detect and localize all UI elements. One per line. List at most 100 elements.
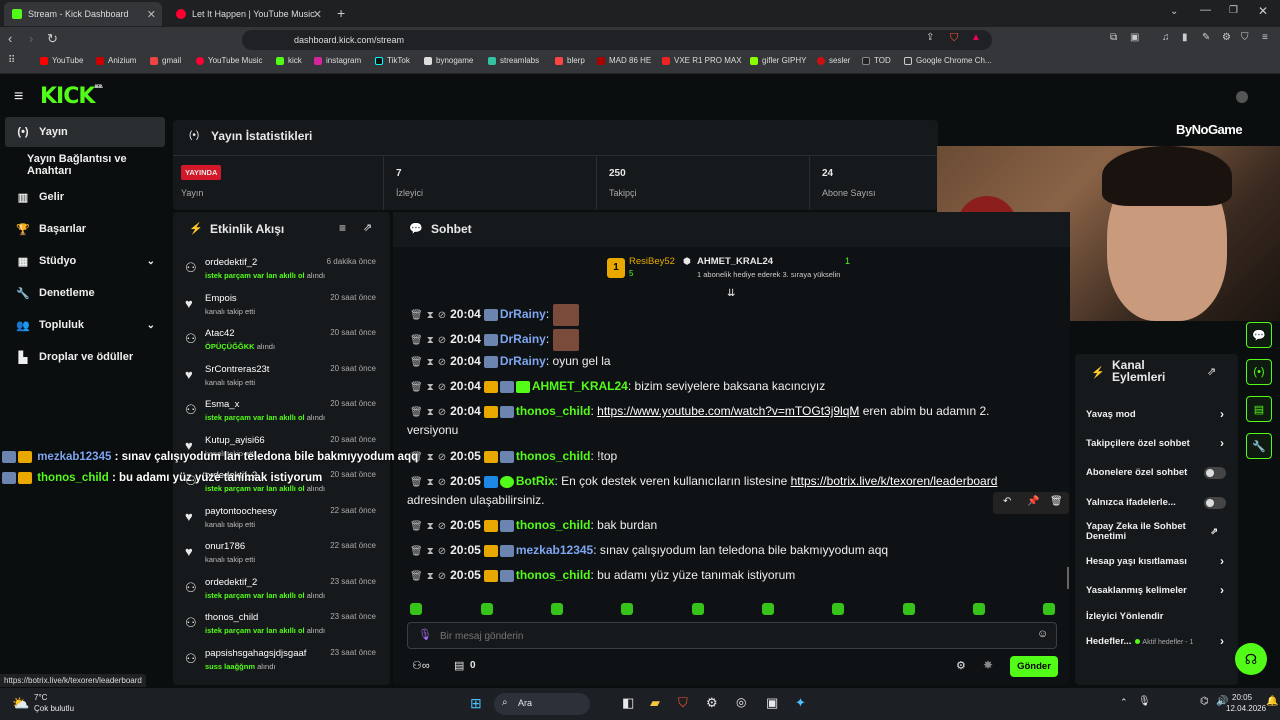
timeout-icon[interactable]: ⧗ bbox=[427, 335, 434, 346]
channel-action-item[interactable]: Yasaklanmış kelimeler › bbox=[1086, 583, 1226, 597]
close-tab-icon[interactable]: ✕ bbox=[313, 8, 322, 21]
chat-toggle-icon[interactable]: 💬 bbox=[1246, 322, 1272, 348]
sidebar-item-gelir[interactable]: ▥ Gelir bbox=[5, 182, 165, 212]
bookmark-bynogame[interactable]: bynogame bbox=[424, 56, 473, 65]
chat-settings-icon[interactable]: ⚙ bbox=[956, 659, 966, 672]
ban-icon[interactable]: ⊘ bbox=[438, 521, 446, 532]
activity-event[interactable]: ⚇ Esma_x 20 saat önce istek parçam var lan … bbox=[173, 394, 388, 430]
timeout-icon[interactable]: ⧗ bbox=[427, 546, 434, 557]
ban-icon[interactable]: ⊘ bbox=[438, 382, 446, 393]
message-link[interactable]: https://www.youtube.com/watch?v=mTOGt3j9… bbox=[597, 404, 859, 418]
tab-youtube-music[interactable]: Let It Happen | YouTube Music ✕ bbox=[168, 2, 328, 26]
delete-message-icon[interactable]: 🗑 bbox=[410, 521, 423, 532]
chat-message[interactable]: 🗑 ⧗ ⊘ 20:04 DrRainy: bbox=[410, 304, 581, 326]
delete-message-icon[interactable]: 🗑 bbox=[410, 310, 423, 321]
chat-message[interactable]: 🗑 ⧗ ⊘ 20:05 thonos_child: !top bbox=[410, 449, 617, 463]
back-icon[interactable]: ‹ bbox=[8, 31, 12, 46]
bookmark-tiktok[interactable]: TikTok bbox=[375, 56, 410, 65]
emoji-icon[interactable]: ☺ bbox=[1037, 628, 1048, 640]
taskbar-search[interactable]: ⌕ Ara bbox=[494, 693, 590, 715]
timeout-icon[interactable]: ⧗ bbox=[427, 310, 434, 321]
message-username[interactable]: thonos_child bbox=[516, 404, 591, 418]
microphone-icon[interactable]: 🎙 bbox=[418, 628, 432, 641]
bookmark-streamlabs[interactable]: streamlabs bbox=[488, 56, 539, 65]
store-icon[interactable]: ▤ bbox=[454, 659, 464, 672]
sidebar-item-topluluk[interactable]: 👥 Topluluk ⌄ bbox=[5, 310, 165, 340]
activity-event[interactable]: ⚇ thonos_child 23 saat önce istek parçam va… bbox=[173, 607, 388, 643]
chat-input-box[interactable]: 🎙 ☺ bbox=[407, 622, 1057, 649]
sidebar-item-droplar[interactable]: ▙ Droplar ve ödüller bbox=[5, 342, 165, 372]
delete-message-icon[interactable]: 🗑 bbox=[410, 407, 423, 418]
ban-icon[interactable]: ⊘ bbox=[438, 477, 446, 488]
ban-icon[interactable]: ⊘ bbox=[438, 335, 446, 346]
toggle-switch[interactable] bbox=[1204, 467, 1226, 479]
message-username[interactable]: thonos_child bbox=[516, 568, 591, 582]
collapse-pin-icon[interactable]: ⇊ bbox=[727, 288, 735, 299]
bookmark-blerp[interactable]: blerp bbox=[555, 56, 585, 65]
bookmark-folder-chrome[interactable]: Google Chrome Ch... bbox=[904, 56, 992, 65]
channel-action-item[interactable]: Abonelere özel sohbet bbox=[1086, 467, 1226, 479]
steam-icon[interactable]: ⚙ bbox=[706, 695, 718, 711]
timeout-icon[interactable]: ⧗ bbox=[427, 382, 434, 393]
quick-emote-icon[interactable] bbox=[1043, 603, 1055, 615]
points-icon[interactable]: ⚇∞ bbox=[412, 659, 430, 672]
quick-emote-icon[interactable] bbox=[621, 603, 633, 615]
popout-icon[interactable]: ⇗ bbox=[1207, 365, 1216, 378]
chat-message[interactable]: 🗑 ⧗ ⊘ 20:04 DrRainy: oyun gel la bbox=[410, 354, 611, 368]
message-username[interactable]: BotRix bbox=[516, 474, 555, 488]
close-tab-icon[interactable]: ✕ bbox=[147, 8, 156, 21]
hamburger-menu-icon[interactable]: ≡ bbox=[14, 88, 23, 106]
quick-emote-icon[interactable] bbox=[481, 603, 493, 615]
sidebar-item-yayin[interactable]: (•) Yayın bbox=[5, 117, 165, 147]
tab-kick-dashboard[interactable]: Stream - Kick Dashboard ✕ bbox=[4, 2, 162, 26]
bookmark-giphy[interactable]: gifler GIPHY bbox=[750, 56, 806, 65]
quick-emote-icon[interactable] bbox=[551, 603, 563, 615]
channel-action-item[interactable]: Hedefler... Aktif hedefler - 1 › bbox=[1086, 634, 1226, 648]
notification-icon[interactable]: 🔔 bbox=[1266, 696, 1278, 707]
delete-icon[interactable]: 🗑 bbox=[1050, 496, 1063, 507]
timeout-icon[interactable]: ⧗ bbox=[427, 407, 434, 418]
reply-icon[interactable]: ↶ bbox=[1003, 496, 1011, 507]
ban-icon[interactable]: ⊘ bbox=[438, 571, 446, 582]
sidebar-icon[interactable]: ▮ bbox=[1182, 32, 1188, 43]
send-button[interactable]: Gönder bbox=[1010, 656, 1058, 677]
bookmark-anizium[interactable]: Anizium bbox=[96, 56, 136, 65]
channel-action-item[interactable]: Yavaş mod › bbox=[1086, 407, 1226, 421]
ban-icon[interactable]: ⊘ bbox=[438, 452, 446, 463]
sidebar-item-studyo[interactable]: ▦ Stüdyo ⌄ bbox=[5, 246, 165, 276]
sidebar-item-basarilar[interactable]: 🏆 Başarılar bbox=[5, 214, 165, 244]
message-username[interactable]: mezkab12345 bbox=[516, 543, 593, 557]
broadcast-toggle-icon[interactable]: (•) bbox=[1246, 359, 1272, 385]
message-username[interactable]: thonos_child bbox=[516, 449, 591, 463]
user-avatar[interactable] bbox=[1236, 91, 1248, 103]
activity-event[interactable]: ♥ paytontoocheesy 22 saat önce kanalı takip… bbox=[173, 501, 388, 537]
channel-action-item[interactable]: Yalnızca ifadelerle... bbox=[1086, 497, 1226, 509]
ban-icon[interactable]: ⊘ bbox=[438, 546, 446, 557]
kick-logo[interactable]: KICKBETA bbox=[40, 84, 103, 109]
bookmark-gmail[interactable]: gmail bbox=[150, 56, 181, 65]
brave-shield-icon[interactable]: ⛉ bbox=[950, 32, 958, 45]
wallet-icon[interactable]: ✎ bbox=[1202, 32, 1210, 43]
tools-icon[interactable]: 🔧 bbox=[1246, 433, 1272, 459]
chat-message[interactable]: 🗑 ⧗ ⊘ 20:04 DrRainy: bbox=[410, 329, 581, 351]
pin-icon[interactable]: 📌 bbox=[1027, 496, 1039, 507]
obs-icon[interactable]: ◎ bbox=[736, 695, 746, 709]
brave-icon[interactable]: ⛉ bbox=[678, 695, 688, 711]
pinned-user[interactable]: ResiBey52 bbox=[629, 256, 675, 267]
activity-event[interactable]: ♥ Empois 20 saat önce kanalı takip etti bbox=[173, 288, 388, 324]
timeout-icon[interactable]: ⧗ bbox=[427, 571, 434, 582]
chat-message[interactable]: 🗑 ⧗ ⊘ 20:05 mezkab12345: sınav çalışıyodum l… bbox=[410, 543, 888, 557]
chat-message[interactable]: 🗑 ⧗ ⊘ 20:04 thonos_child: https://www.youtub… bbox=[410, 404, 989, 418]
activity-event[interactable]: ⚇ ordedektif_2 6 dakika önce istek parçam v… bbox=[173, 252, 388, 288]
activity-event[interactable]: ⚇ ordedektif_2 23 saat önce istek parçam va… bbox=[173, 572, 388, 608]
bookmark-mad86he[interactable]: MAD 86 HE bbox=[597, 56, 651, 65]
bookmark-sesler[interactable]: sesler bbox=[817, 56, 850, 65]
media-icon[interactable]: ♫ bbox=[1162, 32, 1170, 43]
ban-icon[interactable]: ⊘ bbox=[438, 310, 446, 321]
start-icon[interactable]: ⊞ bbox=[470, 695, 482, 712]
vpn-icon[interactable]: ⚙ bbox=[1222, 32, 1231, 43]
message-username[interactable]: DrRainy bbox=[500, 332, 546, 346]
delete-message-icon[interactable]: 🗑 bbox=[410, 477, 423, 488]
network-icon[interactable]: ⌬ bbox=[1200, 696, 1209, 707]
chat-message[interactable]: 🗑 ⧗ ⊘ 20:05 thonos_child: bak burdan bbox=[410, 518, 657, 532]
